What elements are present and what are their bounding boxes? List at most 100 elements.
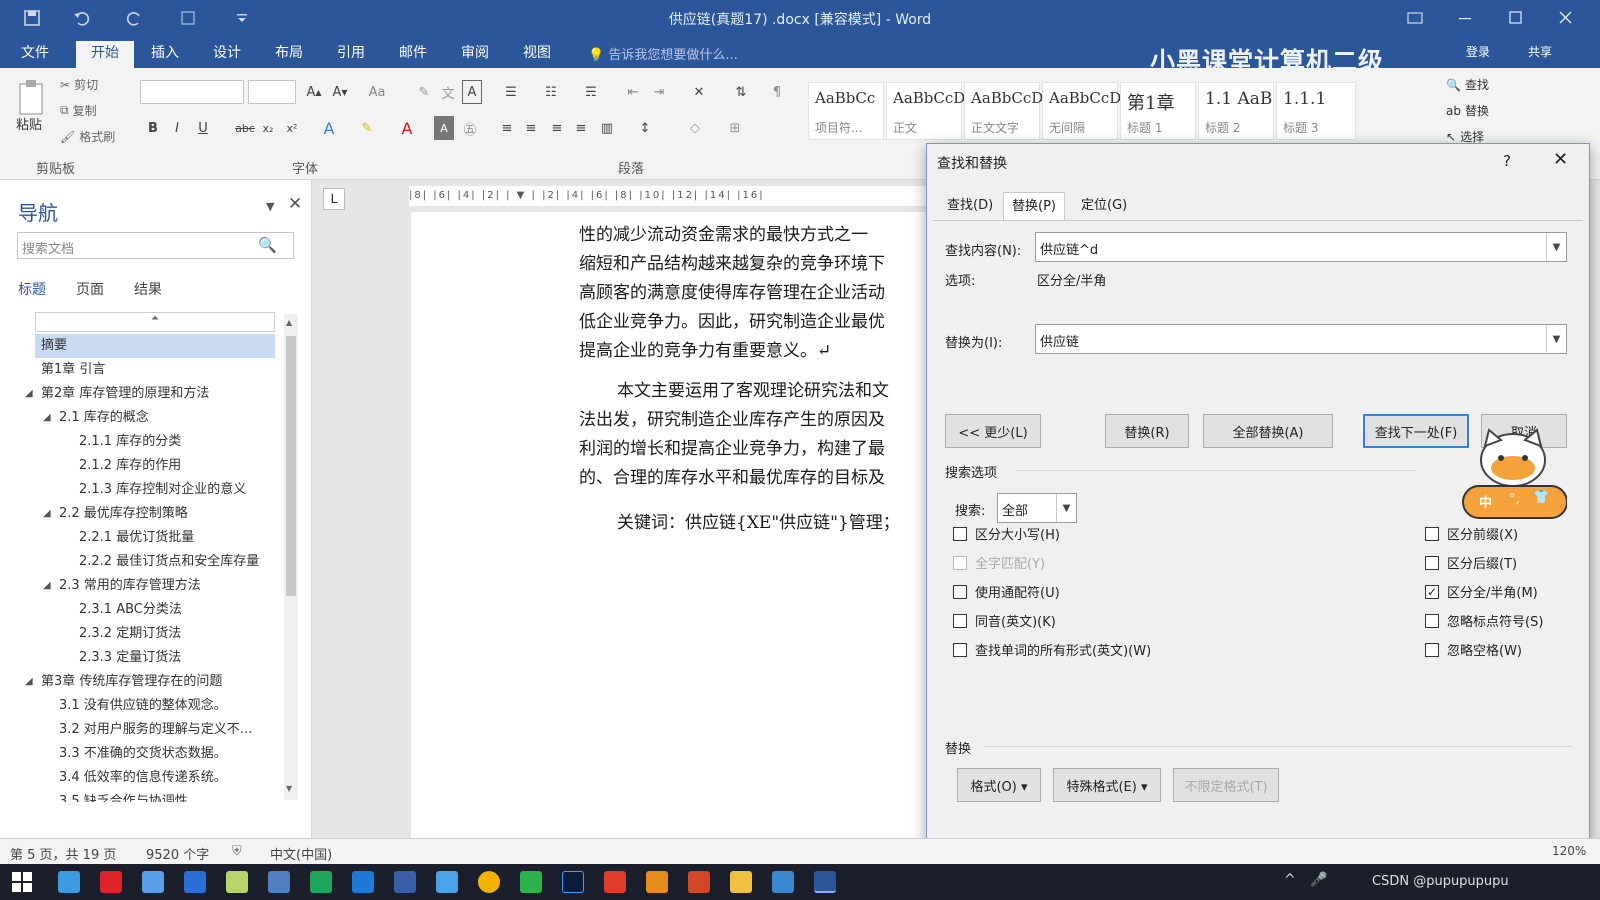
style-item[interactable]: AaBbCcDc 无间隔 <box>1042 82 1130 140</box>
tab-design[interactable]: 设计 <box>202 41 252 68</box>
borders-icon[interactable]: ⊞ <box>720 116 750 140</box>
multilevel-list-icon[interactable]: ☴ <box>576 80 606 104</box>
close-button[interactable] <box>1550 8 1580 28</box>
chevron-down-icon[interactable]: ▼ <box>1546 233 1566 261</box>
nav-heading-item[interactable]: 摘要 <box>35 334 275 358</box>
copy-button[interactable]: ⧉ 复制 <box>60 102 97 119</box>
tab-selector[interactable]: L <box>323 188 345 210</box>
app-icon[interactable] <box>394 871 416 893</box>
nav-heading-item[interactable]: 第1章 引言 <box>35 358 275 382</box>
tray-chevron-icon[interactable]: ^ <box>1284 872 1296 888</box>
bullets-icon[interactable]: ☰ <box>496 80 526 104</box>
app-icon[interactable] <box>604 871 626 893</box>
scroll-thumb[interactable] <box>286 336 296 596</box>
search-option-checkbox[interactable]: 同音(英文)(K) <box>953 611 1056 630</box>
maximize-button[interactable] <box>1500 8 1530 28</box>
tab-insert[interactable]: 插入 <box>140 41 190 68</box>
find-button[interactable]: 🔍 查找 <box>1446 76 1489 93</box>
paste-button[interactable]: 粘贴 <box>16 114 42 133</box>
nav-tab-pages[interactable]: 页面 <box>76 279 104 299</box>
show-marks-icon[interactable]: ¶ <box>766 80 788 104</box>
nav-heading-item[interactable]: 2.2.2 最佳订货点和安全库存量 <box>35 550 275 574</box>
nav-heading-item[interactable]: 3.1 没有供应链的整体观念。 <box>35 694 275 718</box>
help-button[interactable]: ? <box>1503 152 1511 170</box>
ribbon-display-icon[interactable] <box>1400 8 1430 28</box>
search-option-checkbox[interactable]: 查找单词的所有形式(英文)(W) <box>953 640 1151 659</box>
numbering-icon[interactable]: ☷ <box>536 80 566 104</box>
nav-heading-item[interactable]: 2.1.2 库存的作用 <box>35 454 275 478</box>
app-icon[interactable] <box>310 871 332 893</box>
minimize-button[interactable] <box>1450 8 1480 28</box>
style-item[interactable]: 第1章 标题 1 <box>1120 82 1196 140</box>
nav-heading-item[interactable]: 3.2 对用户服务的理解与定义不... <box>35 718 275 742</box>
nav-options-icon[interactable]: ▼ <box>266 200 274 213</box>
replace-button[interactable]: 替换(R) <box>1105 414 1189 448</box>
highlight-icon[interactable]: ✎ <box>356 116 378 140</box>
tab-mailings[interactable]: 邮件 <box>388 41 438 68</box>
tab-view[interactable]: 视图 <box>512 41 562 68</box>
checkbox-icon[interactable] <box>1425 613 1439 628</box>
tab-references[interactable]: 引用 <box>326 41 376 68</box>
save-icon[interactable] <box>22 8 42 28</box>
nav-scrollbar[interactable]: ▲ ▼ <box>284 314 298 800</box>
expand-triangle-icon[interactable]: ◢ <box>25 670 33 694</box>
document-page[interactable]: 性的减少流动资金需求的最快方式之一 缩短和产品结构越来越复杂的竞争环境下 高顾客的满… <box>411 212 941 838</box>
app-icon[interactable] <box>226 871 248 893</box>
no-formatting-button[interactable]: 不限定格式(T) <box>1173 768 1279 802</box>
checkbox-icon[interactable] <box>1425 555 1439 570</box>
windows-start-icon[interactable] <box>12 872 32 892</box>
app-icon[interactable] <box>142 871 164 893</box>
microphone-icon[interactable]: 🎤 <box>1310 872 1327 888</box>
nav-heading-item[interactable]: 2.3.1 ABC分类法 <box>35 598 275 622</box>
proofing-icon[interactable]: ⛨ <box>232 844 242 859</box>
underline-icon[interactable]: U <box>194 116 212 140</box>
page-count[interactable]: 第 5 页，共 19 页 <box>10 844 116 863</box>
nav-tab-headings[interactable]: 标题 <box>18 279 46 299</box>
format-painter-button[interactable]: 🖌 格式刷 <box>60 128 115 145</box>
grow-font-icon[interactable]: A ▲ <box>304 80 324 104</box>
search-option-checkbox[interactable]: 区分大小写(H) <box>953 524 1060 543</box>
nav-heading-item[interactable]: ◢ 2.2 最优库存控制策略 <box>35 502 275 526</box>
tab-find[interactable]: 查找(D) <box>939 192 1001 220</box>
checkbox-icon[interactable] <box>1425 526 1439 541</box>
powerpoint-icon[interactable] <box>688 871 710 893</box>
distributed-icon[interactable]: ▥ <box>596 116 618 140</box>
clear-format-icon[interactable]: ✎ <box>414 80 434 104</box>
edge-icon[interactable] <box>352 871 374 893</box>
checkbox-icon[interactable] <box>953 584 967 599</box>
decrease-indent-icon[interactable]: ⇤ <box>622 80 644 104</box>
nav-heading-item[interactable]: 2.2.1 最优订货批量 <box>35 526 275 550</box>
horizontal-ruler[interactable]: |8| |6| |4| |2| | ▼ | |2| |4| |6| |8| |1… <box>409 186 939 206</box>
chevron-down-icon[interactable]: ▼ <box>1546 325 1566 353</box>
bold-icon[interactable]: B <box>144 116 162 140</box>
style-item[interactable]: AaBbCc 项目符... <box>808 82 884 140</box>
search-option-checkbox[interactable]: 忽略空格(W) <box>1425 640 1522 659</box>
asian-layout-icon[interactable]: ✕ <box>684 80 714 104</box>
strikethrough-icon[interactable]: abc <box>234 116 256 140</box>
nav-heading-item[interactable]: ◢ 第3章 传统库存管理存在的问题 <box>25 670 275 694</box>
font-color-icon[interactable]: A <box>396 116 418 140</box>
tab-file[interactable]: 文件 <box>10 41 60 68</box>
replace-input[interactable]: 供应链 ▼ <box>1035 324 1567 354</box>
change-case-icon[interactable]: Aa <box>362 80 392 104</box>
nav-tab-results[interactable]: 结果 <box>134 279 162 299</box>
wechat-icon[interactable] <box>520 871 542 893</box>
expand-triangle-icon[interactable]: ◢ <box>25 382 33 406</box>
tab-home[interactable]: 开始 <box>76 41 134 68</box>
redo-icon[interactable] <box>124 8 144 28</box>
chrome-icon[interactable] <box>478 871 500 893</box>
less-button[interactable]: << 更少(L) <box>945 414 1041 448</box>
style-item[interactable]: AaBbCcDc 正文 <box>886 82 974 140</box>
align-center-icon[interactable]: ≡ <box>520 116 542 140</box>
tell-me-box[interactable]: 💡 告诉我您想要做什么... <box>588 44 738 63</box>
style-item[interactable]: AaBbCcDc 正文文字 <box>964 82 1052 140</box>
photoshop-icon[interactable] <box>562 871 584 893</box>
replace-all-button[interactable]: 全部替换(A) <box>1203 414 1333 448</box>
format-button[interactable]: 格式(O) ▾ <box>957 768 1041 802</box>
app-icon[interactable] <box>58 871 80 893</box>
shading-icon[interactable]: ◇ <box>680 116 710 140</box>
checkbox-icon[interactable] <box>1425 642 1439 657</box>
app-icon[interactable] <box>184 871 206 893</box>
phonetic-icon[interactable]: 文 <box>438 80 458 104</box>
app-icon[interactable] <box>436 871 458 893</box>
